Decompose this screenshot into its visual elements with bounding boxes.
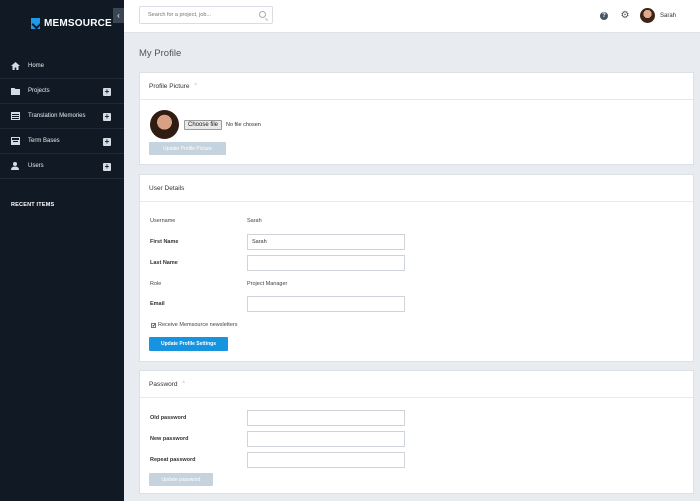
update-password-button[interactable]: Update password bbox=[149, 473, 213, 486]
new-password-label: New password bbox=[150, 436, 189, 442]
sidebar-item-label: Projects bbox=[28, 88, 50, 94]
help-icon[interactable]: ? bbox=[600, 12, 608, 20]
chevron-up-icon: ⌃ bbox=[193, 83, 198, 89]
collapse-sidebar-button[interactable]: ‹ bbox=[113, 8, 124, 23]
profile-avatar bbox=[150, 110, 179, 139]
password-header[interactable]: Password ⌃ bbox=[140, 371, 693, 398]
role-label: Role bbox=[150, 281, 162, 287]
email-field[interactable] bbox=[247, 296, 405, 312]
logo-mark-icon bbox=[31, 18, 40, 29]
sidebar-nav: Home Projects + Translation Memories + T… bbox=[0, 54, 124, 179]
database-icon bbox=[11, 112, 20, 120]
update-profile-settings-button[interactable]: Update Profile Settings bbox=[149, 337, 228, 351]
user-icon bbox=[11, 162, 20, 170]
memsource-logo[interactable]: MEMSOURCE bbox=[31, 18, 112, 29]
new-password-field[interactable] bbox=[247, 431, 405, 447]
choose-file-button[interactable]: Choose file bbox=[184, 120, 223, 130]
repeat-password-label: Repeat password bbox=[150, 457, 196, 463]
logo-text: MEMSOURCE bbox=[44, 18, 112, 29]
recent-items-heading: RECENT ITEMS bbox=[11, 202, 55, 208]
add-term-base-button[interactable]: + bbox=[103, 138, 111, 146]
folder-icon bbox=[11, 87, 20, 95]
file-status-text: No file chosen bbox=[226, 122, 261, 128]
chevron-left-icon: ‹ bbox=[117, 11, 120, 20]
gear-icon[interactable]: ⚙ bbox=[620, 10, 630, 22]
home-icon bbox=[11, 62, 20, 70]
update-profile-picture-button[interactable]: Update Profile Picture bbox=[149, 142, 226, 155]
username-label: Username bbox=[150, 218, 176, 224]
newsletter-checkbox[interactable]: ✔ bbox=[151, 322, 156, 328]
last-name-label: Last Name bbox=[150, 260, 178, 266]
repeat-password-field[interactable] bbox=[247, 452, 405, 468]
sidebar-item-label: Users bbox=[28, 163, 44, 169]
last-name-field[interactable] bbox=[247, 255, 405, 271]
sidebar-item-label: Home bbox=[28, 63, 45, 69]
sidebar-item-label: Term Bases bbox=[28, 138, 60, 144]
newsletter-label: Receive Memsource newsletters bbox=[158, 322, 238, 328]
sidebar-item-home[interactable]: Home bbox=[0, 54, 124, 79]
profile-picture-header[interactable]: Profile Picture ⌃ bbox=[140, 73, 693, 100]
search-input[interactable] bbox=[140, 7, 250, 23]
section-title: Password bbox=[149, 380, 178, 388]
user-details-header: User Details bbox=[140, 175, 693, 202]
first-name-label: First Name bbox=[150, 239, 179, 245]
old-password-field[interactable] bbox=[247, 410, 405, 426]
user-details-card: User Details Username Sarah First Name L… bbox=[139, 174, 694, 362]
sidebar-item-term-bases[interactable]: Term Bases + bbox=[0, 129, 124, 154]
password-card: Password ⌃ Old password New password Rep… bbox=[139, 370, 694, 494]
newsletter-checkbox-row[interactable]: ✔ Receive Memsource newsletters bbox=[151, 322, 237, 328]
add-translation-memory-button[interactable]: + bbox=[103, 113, 111, 121]
sidebar: MEMSOURCE ‹ Home Projects + Translation … bbox=[0, 0, 124, 501]
first-name-field[interactable] bbox=[247, 234, 405, 250]
profile-picture-card: Profile Picture ⌃ Choose file No file ch… bbox=[139, 72, 694, 165]
page-title: My Profile bbox=[139, 48, 182, 59]
email-label: Email bbox=[150, 301, 165, 307]
old-password-label: Old password bbox=[150, 415, 187, 421]
role-value: Project Manager bbox=[247, 281, 288, 287]
search-icon[interactable] bbox=[259, 11, 266, 18]
sidebar-item-users[interactable]: Users + bbox=[0, 154, 124, 179]
sidebar-item-translation-memories[interactable]: Translation Memories + bbox=[0, 104, 124, 129]
add-user-button[interactable]: + bbox=[103, 163, 111, 171]
sidebar-item-label: Translation Memories bbox=[28, 113, 86, 119]
topbar: ? ⚙ Sarah bbox=[124, 0, 700, 33]
section-title: Profile Picture bbox=[149, 82, 190, 90]
chevron-up-icon: ⌃ bbox=[181, 381, 186, 387]
add-project-button[interactable]: + bbox=[103, 88, 111, 96]
avatar[interactable] bbox=[640, 8, 655, 23]
book-icon bbox=[11, 137, 20, 145]
user-name[interactable]: Sarah bbox=[660, 13, 676, 19]
search-box[interactable] bbox=[139, 6, 273, 24]
sidebar-item-projects[interactable]: Projects + bbox=[0, 79, 124, 104]
section-title: User Details bbox=[149, 184, 185, 192]
username-value: Sarah bbox=[247, 218, 262, 224]
